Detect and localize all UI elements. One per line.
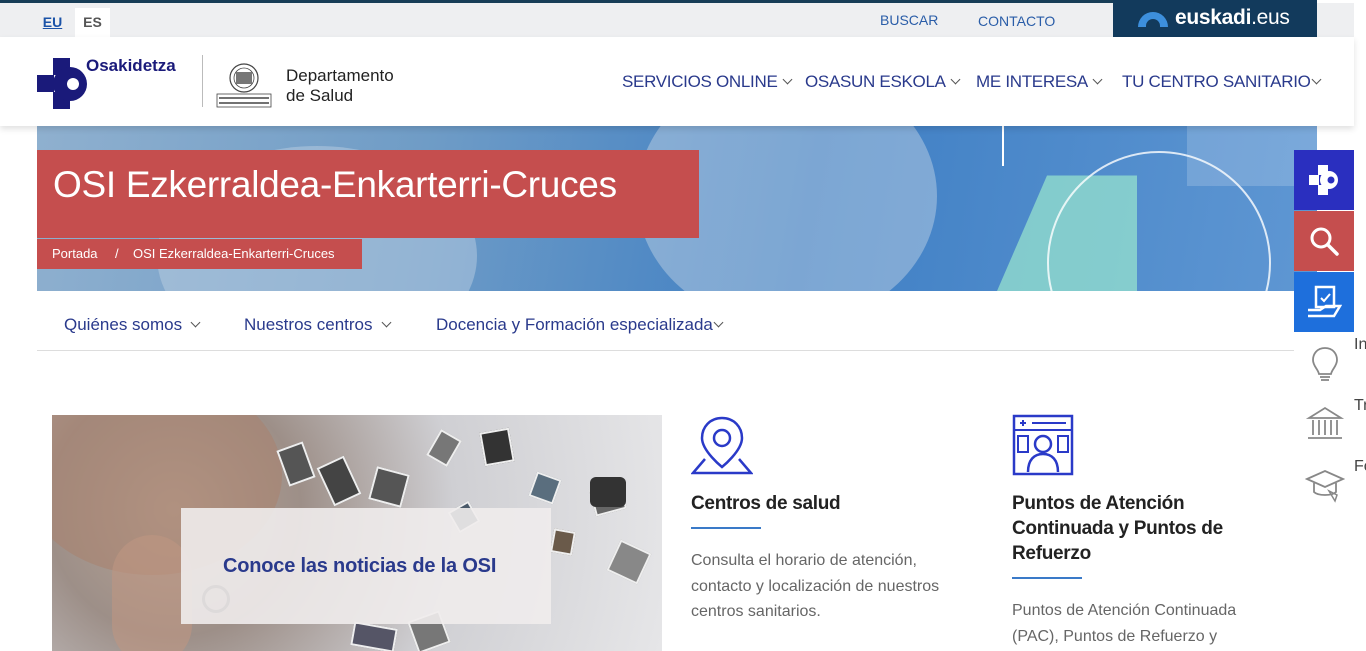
title-line: Continuada y Puntos de [1012,518,1223,539]
tablet-hand-icon [1308,285,1342,318]
breadcrumb-current: OSI Ezkerraldea-Enkarterri-Cruces [133,246,335,261]
lang-es-link[interactable]: ES [75,8,110,37]
nav-label: ME INTERESA [976,72,1088,91]
desc-line: Puntos de Atención Continuada [1012,602,1237,619]
sidebar-osakidetza-button[interactable] [1294,150,1354,210]
card-underline [691,527,761,529]
osakidetza-logo-icon [37,58,87,109]
euskadi-suffix: .eus [1251,6,1290,29]
nav-me-interesa[interactable]: ME INTERESA [976,72,1103,92]
graduation-cap-icon[interactable] [1305,465,1345,505]
nav-osasun-eskola[interactable]: OSASUN ESKOLA [805,72,961,92]
department-name: Departamento de Salud [286,66,394,106]
section-nav: Quiénes somos Nuestros centros Docencia … [37,291,1294,351]
subnav-quienes-somos[interactable]: Quiénes somos [64,315,201,335]
euskadi-logo-icon [1138,12,1168,27]
subnav-label: Quiénes somos [64,315,183,334]
card-pac-title[interactable]: Puntos de Atención Continuada y Puntos d… [1012,491,1223,566]
sidebar-label[interactable]: Tr [1354,397,1366,415]
news-caption: Conoce las noticias de la OSI [223,555,497,577]
search-icon [1310,227,1339,256]
sidebar-label[interactable]: In [1354,336,1366,354]
page-title: OSI Ezkerraldea-Enkarterri-Cruces [53,164,617,205]
logo-divider [202,55,203,107]
nav-label: TU CENTRO SANITARIO [1122,72,1311,91]
main-header: Osakidetza Departamento de Salud SERVICI… [0,37,1354,126]
desc-line: contacto y localización de nuestros [691,577,940,595]
breadcrumb-separator: / [115,246,119,261]
euskadi-brand: euskadi [1175,6,1252,29]
card-centros-salud-desc: Consulta el horario de atención, contact… [691,548,939,625]
chevron-down-icon [381,317,391,328]
chevron-down-icon [713,317,724,328]
doctor-board-icon [1012,414,1074,476]
subnav-label: Docencia y Formación especializada [436,315,713,334]
institution-building-icon[interactable] [1305,404,1345,444]
nav-label: OSASUN ESKOLA [805,72,946,91]
desc-line: centros sanitarios. [691,603,821,620]
subnav-label: Nuestros centros [244,315,373,334]
subnav-nuestros-centros[interactable]: Nuestros centros [244,315,391,335]
page-title-box: OSI Ezkerraldea-Enkarterri-Cruces [37,150,699,238]
nav-label: SERVICIOS ONLINE [622,72,778,91]
map-pin-icon [691,416,753,475]
contact-link[interactable]: CONTACTO [978,13,1055,29]
breadcrumb-home-link[interactable]: Portada [52,239,98,269]
title-line: Refuerzo [1012,543,1091,564]
sidebar-label[interactable]: Fo [1354,458,1366,476]
osakidetza-mark-icon [1309,165,1338,195]
org-name: Osakidetza [86,56,176,75]
breadcrumb: Portada / OSI Ezkerraldea-Enkarterri-Cru… [37,239,362,269]
nav-servicios-online[interactable]: SERVICIOS ONLINE [622,72,792,92]
sidebar-search-button[interactable] [1294,211,1354,271]
dept-line-2: de Salud [286,86,354,105]
government-seal-icon [216,63,272,108]
sidebar-online-services-button[interactable] [1294,272,1354,332]
subnav-docencia[interactable]: Docencia y Formación especializada [436,315,724,335]
title-line: Puntos de Atención [1012,493,1185,514]
news-caption-box: Conoce las noticias de la OSI [181,508,551,624]
chevron-down-icon [1311,74,1321,85]
dept-line-1: Departamento [286,66,394,85]
chevron-down-icon [950,74,961,85]
desc-line: Consulta el horario de atención, [691,552,917,569]
chevron-down-icon [782,74,792,85]
card-underline [1012,577,1082,579]
lightbulb-icon[interactable] [1305,344,1345,384]
euskadi-portal-link[interactable]: euskadi.eus [1113,0,1317,37]
card-centros-salud-title[interactable]: Centros de salud [691,491,841,516]
search-link[interactable]: BUSCAR [880,12,938,28]
desc-line: (PAC), Puntos de Refuerzo y [1012,627,1218,645]
lang-eu-link[interactable]: EU [35,8,70,37]
chevron-down-icon [1092,74,1103,85]
nav-tu-centro-sanitario[interactable]: TU CENTRO SANITARIO [1122,72,1321,92]
card-pac-desc: Puntos de Atención Continuada (PAC), Pun… [1012,598,1236,649]
chevron-down-icon [190,317,201,328]
